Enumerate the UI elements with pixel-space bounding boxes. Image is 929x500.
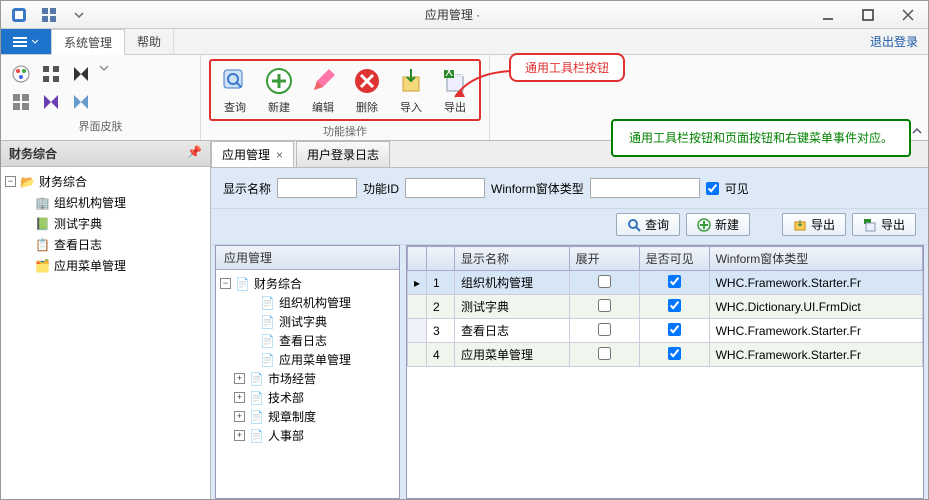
titlebar: 应用管理 ·	[1, 1, 928, 29]
window-title: 应用管理 ·	[97, 6, 808, 23]
tree-doc-icon: 📄	[260, 353, 275, 367]
app-tree[interactable]: −📄财务综合 📄组织机构管理 📄测试字典 📄查看日志 📄应用菜单管理 +📄市场经…	[216, 270, 399, 498]
tree-doc-icon: 📄	[260, 334, 275, 348]
table-row[interactable]: 2测试字典WHC.Dictionary.UI.FrmDict	[408, 295, 923, 319]
new-button[interactable]: 新建	[257, 63, 301, 117]
chk-visible[interactable]	[706, 182, 719, 195]
tab-system[interactable]: 系统管理	[51, 29, 125, 55]
qat-windows-icon[interactable]	[37, 3, 61, 27]
doctab-appmgmt[interactable]: 应用管理×	[211, 141, 294, 167]
document-area: 应用管理× 用户登录日志 显示名称 功能ID Winform窗体类型 可见 查询…	[211, 141, 928, 499]
lbl-win: Winform窗体类型	[491, 180, 584, 197]
col-visible[interactable]: 是否可见	[639, 247, 709, 271]
folder-icon: 📂	[20, 175, 35, 189]
sidebar: 财务综合 📌 −📂 财务综合 🏢 组织机构管理 📗 测试字典 📋 查看日志 🗂️ 应用菜单管…	[1, 141, 211, 499]
org-icon: 🏢	[35, 196, 50, 210]
callout: 通用工具栏按钮	[509, 53, 625, 82]
lbl-visible: 可见	[725, 180, 749, 197]
search-icon	[219, 65, 251, 97]
sidebar-title: 财务综合	[9, 145, 57, 162]
lbl-name: 显示名称	[223, 180, 271, 197]
nav-item-org[interactable]: 组织机构管理	[54, 194, 126, 211]
grid-pane: 显示名称 展开 是否可见 Winform窗体类型 ▸1组织机构管理WHC.Fra…	[406, 245, 924, 499]
page-buttons: 查询 新建 导出 导出	[211, 209, 928, 245]
tab-help[interactable]: 帮助	[125, 29, 174, 54]
app-window: 应用管理 · 系统管理 帮助 退出登录	[0, 0, 929, 500]
input-win[interactable]	[590, 178, 700, 198]
file-menu[interactable]	[1, 29, 51, 54]
input-func[interactable]	[405, 178, 485, 198]
col-expand[interactable]: 展开	[569, 247, 639, 271]
close-tab-icon[interactable]: ×	[276, 148, 283, 162]
edit-button[interactable]: 编辑	[301, 63, 345, 117]
grid-icon[interactable]	[39, 62, 63, 86]
ribbon-collapse-icon[interactable]	[910, 124, 924, 138]
import-button[interactable]: 导入	[389, 63, 433, 117]
maximize-button[interactable]	[848, 2, 888, 28]
sidebar-pin-icon[interactable]: 📌	[187, 145, 202, 162]
nav-tree[interactable]: −📂 财务综合 🏢 组织机构管理 📗 测试字典 📋 查看日志 🗂️ 应用菜单管理	[1, 167, 210, 499]
filter-row: 显示名称 功能ID Winform窗体类型 可见	[211, 168, 928, 209]
qat-dropdown-icon[interactable]	[67, 3, 91, 27]
group2-label: 功能操作	[209, 121, 481, 141]
menu-icon: 🗂️	[35, 259, 50, 273]
table-row[interactable]: ▸1组织机构管理WHC.Framework.Starter.Fr	[408, 271, 923, 295]
group-dropdown-icon[interactable]	[99, 63, 109, 73]
tree-doc-icon: 📄	[260, 315, 275, 329]
tree-doc-icon: 📄	[249, 372, 264, 386]
query-button[interactable]: 查询	[213, 63, 257, 117]
page-export2-button[interactable]: 导出	[852, 213, 916, 236]
import-icon	[395, 65, 427, 97]
delete-button[interactable]: 删除	[345, 63, 389, 117]
toolbar-highlight: 查询 新建 编辑 删除 导入 XLS导出	[209, 59, 481, 121]
plus-icon	[263, 65, 295, 97]
tree-pane: 应用管理 −📄财务综合 📄组织机构管理 📄测试字典 📄查看日志 📄应用菜单管理 …	[215, 245, 400, 499]
col-winform[interactable]: Winform窗体类型	[709, 247, 922, 271]
tree-doc-icon: 📄	[249, 410, 264, 424]
page-query-button[interactable]: 查询	[616, 213, 680, 236]
delete-icon	[351, 65, 383, 97]
app-icon	[7, 3, 31, 27]
data-grid[interactable]: 显示名称 展开 是否可见 Winform窗体类型 ▸1组织机构管理WHC.Fra…	[407, 246, 923, 498]
squares-icon[interactable]	[9, 90, 33, 114]
logout-link[interactable]: 退出登录	[860, 29, 928, 54]
input-name[interactable]	[277, 178, 357, 198]
dict-icon: 📗	[35, 217, 50, 231]
page-export1-button[interactable]: 导出	[782, 213, 846, 236]
nav-root[interactable]: 财务综合	[39, 173, 87, 190]
tree-doc-icon: 📄	[249, 429, 264, 443]
green-annotation: 通用工具栏按钮和页面按钮和右键菜单事件对应。	[611, 119, 911, 157]
close-button[interactable]	[888, 2, 928, 28]
vs-light-icon[interactable]	[69, 90, 93, 114]
palette-icon[interactable]	[9, 62, 33, 86]
nav-item-dict[interactable]: 测试字典	[54, 215, 102, 232]
pencil-icon	[307, 65, 339, 97]
group1-label: 界面皮肤	[9, 116, 192, 136]
callout-arrow	[451, 67, 521, 107]
col-name[interactable]: 显示名称	[455, 247, 570, 271]
tree-header: 应用管理	[216, 246, 399, 270]
expand-icon[interactable]: −	[5, 176, 16, 187]
table-row[interactable]: 3查看日志WHC.Framework.Starter.Fr	[408, 319, 923, 343]
tree-doc-icon: 📄	[235, 277, 250, 291]
page-new-button[interactable]: 新建	[686, 213, 750, 236]
minimize-button[interactable]	[808, 2, 848, 28]
vs-icon[interactable]	[39, 90, 63, 114]
tree-doc-icon: 📄	[260, 296, 275, 310]
menubar: 系统管理 帮助 退出登录	[1, 29, 928, 55]
log-icon: 📋	[35, 238, 50, 252]
tree-doc-icon: 📄	[249, 391, 264, 405]
vs-dark-icon[interactable]	[69, 62, 93, 86]
nav-item-menu[interactable]: 应用菜单管理	[54, 257, 126, 274]
lbl-func: 功能ID	[363, 180, 399, 197]
body: 财务综合 📌 −📂 财务综合 🏢 组织机构管理 📗 测试字典 📋 查看日志 🗂️ 应用菜单管…	[1, 141, 928, 499]
doctab-loginlog[interactable]: 用户登录日志	[296, 141, 390, 167]
nav-item-log[interactable]: 查看日志	[54, 236, 102, 253]
table-row[interactable]: 4应用菜单管理WHC.Framework.Starter.Fr	[408, 343, 923, 367]
